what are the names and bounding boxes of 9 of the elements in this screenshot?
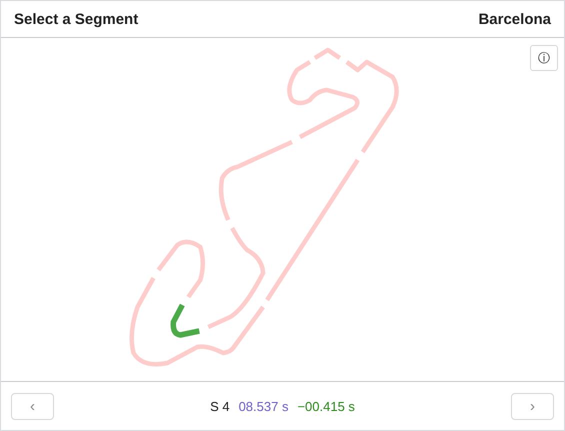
- track-name: Barcelona: [478, 10, 551, 28]
- previous-button[interactable]: ‹: [11, 392, 54, 420]
- time-delta: −00.415 s: [297, 398, 355, 414]
- next-button[interactable]: ›: [510, 392, 554, 420]
- track-segment[interactable]: [170, 304, 200, 338]
- segment-time: 08.537 s: [238, 398, 288, 414]
- panel-title: Select a Segment: [14, 10, 138, 28]
- info-button[interactable]: ⓘ: [530, 45, 558, 71]
- segment-label: S 4: [210, 398, 230, 414]
